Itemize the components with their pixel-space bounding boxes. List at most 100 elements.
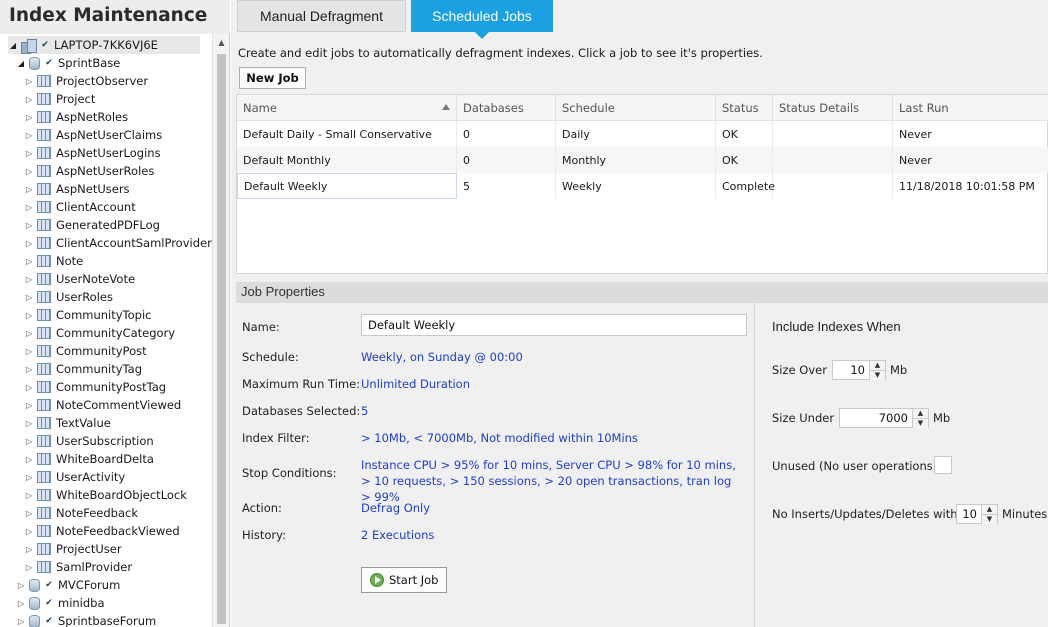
expand-icon[interactable]: ▷ (24, 288, 34, 306)
expand-icon[interactable]: ▷ (24, 450, 34, 468)
expand-icon[interactable]: ▷ (24, 270, 34, 288)
schedule-link[interactable]: Weekly, on Sunday @ 00:00 (361, 350, 523, 364)
column-header-name[interactable]: Name (237, 95, 457, 121)
column-header-databases[interactable]: Databases (457, 95, 556, 121)
table-row[interactable]: Default Monthly 0 Monthly OK Never (237, 147, 1048, 173)
expand-icon[interactable]: ▷ (24, 378, 34, 396)
tree-table-node[interactable]: ▷ ProjectObserver (24, 72, 148, 90)
expand-icon[interactable]: ▷ (16, 612, 26, 627)
expand-icon[interactable]: ▷ (24, 252, 34, 270)
decrement-icon[interactable]: ▼ (870, 371, 885, 380)
tree-table-node[interactable]: ▷ WhiteBoardObjectLock (24, 486, 187, 504)
tree-table-node[interactable]: ▷ TextValue (24, 414, 111, 432)
tree-table-node[interactable]: ▷ Note (24, 252, 83, 270)
action-link[interactable]: Defrag Only (361, 501, 430, 515)
tab-scheduled-jobs[interactable]: Scheduled Jobs (411, 0, 553, 32)
collapse-icon[interactable]: ◢ (8, 36, 18, 54)
expand-icon[interactable]: ▷ (24, 504, 34, 522)
expand-icon[interactable]: ▷ (24, 342, 34, 360)
expand-icon[interactable]: ▷ (24, 234, 34, 252)
column-header-last-run[interactable]: Last Run (893, 95, 1048, 121)
expand-icon[interactable]: ▷ (24, 126, 34, 144)
tree-table-node[interactable]: ▷ CommunityCategory (24, 324, 175, 342)
databases-selected-link[interactable]: 5 (361, 404, 368, 418)
tree-table-node[interactable]: ▷ CommunityPost (24, 342, 147, 360)
size-over-stepper[interactable]: 10 ▲ ▼ (832, 360, 886, 380)
job-name-input[interactable] (361, 314, 747, 336)
expand-icon[interactable]: ▷ (24, 522, 34, 540)
expand-icon[interactable]: ▷ (24, 90, 34, 108)
expand-icon[interactable]: ▷ (24, 144, 34, 162)
tree-scrollbar[interactable]: ▲ (212, 34, 229, 627)
size-under-stepper[interactable]: 7000 ▲ ▼ (839, 408, 929, 428)
max-run-time-link[interactable]: Unlimited Duration (361, 377, 470, 391)
expand-icon[interactable]: ▷ (24, 396, 34, 414)
checkmark-icon[interactable]: ✔ (44, 616, 54, 626)
tree-table-node[interactable]: ▷ ClientAccountSamlProvider (24, 234, 212, 252)
tree-table-node[interactable]: ▷ NoteFeedbackViewed (24, 522, 180, 540)
column-header-schedule[interactable]: Schedule (556, 95, 716, 121)
expand-icon[interactable]: ▷ (24, 108, 34, 126)
tree-table-node[interactable]: ▷ AspNetUsers (24, 180, 130, 198)
scroll-up-icon[interactable]: ▲ (213, 34, 230, 51)
increment-icon[interactable]: ▲ (870, 361, 885, 371)
tree-table-node[interactable]: ▷ ProjectUser (24, 540, 122, 558)
tree-table-node[interactable]: ▷ SamlProvider (24, 558, 132, 576)
tree-table-node[interactable]: ▷ GeneratedPDFLog (24, 216, 160, 234)
stop-conditions-link[interactable]: Instance CPU > 95% for 10 mins, Server C… (361, 457, 741, 505)
checkmark-icon[interactable]: ✔ (44, 58, 54, 68)
expand-icon[interactable]: ▷ (24, 360, 34, 378)
expand-icon[interactable]: ▷ (24, 216, 34, 234)
tree-table-node[interactable]: ▷ NoteCommentViewed (24, 396, 181, 414)
tab-manual-defragment[interactable]: Manual Defragment (237, 0, 406, 32)
increment-icon[interactable]: ▲ (913, 409, 928, 419)
expand-icon[interactable]: ▷ (24, 306, 34, 324)
tree-table-node[interactable]: ▷ CommunityTag (24, 360, 142, 378)
tree-table-node[interactable]: ▷ NoteFeedback (24, 504, 138, 522)
tree-table-node[interactable]: ▷ AspNetUserRoles (24, 162, 154, 180)
tree-database-node[interactable]: ▷ ✔ MVCForum (16, 576, 120, 594)
expand-icon[interactable]: ▷ (24, 72, 34, 90)
expand-icon[interactable]: ▷ (24, 558, 34, 576)
tree-database-node[interactable]: ▷ ✔ minidba (16, 594, 105, 612)
no-inserts-stepper[interactable]: 10 ▲ ▼ (956, 504, 998, 524)
tree-table-node[interactable]: ▷ UserRoles (24, 288, 113, 306)
increment-icon[interactable]: ▲ (982, 505, 997, 515)
tree-table-node[interactable]: ▷ CommunityTopic (24, 306, 152, 324)
history-link[interactable]: 2 Executions (361, 528, 434, 542)
tree-table-node[interactable]: ▷ ClientAccount (24, 198, 136, 216)
scrollbar-thumb[interactable] (217, 54, 226, 624)
expand-icon[interactable]: ▷ (24, 468, 34, 486)
expand-icon[interactable]: ▷ (24, 414, 34, 432)
expand-icon[interactable]: ▷ (16, 594, 26, 612)
table-row-selected[interactable]: Default Weekly 5 Weekly Complete 11/18/2… (237, 173, 1048, 199)
table-row[interactable]: Default Daily - Small Conservative 0 Dai… (237, 121, 1048, 147)
tree-server-node[interactable]: ◢ ✔ LAPTOP-7KK6VJ6E (8, 36, 200, 54)
column-header-status[interactable]: Status (716, 95, 773, 121)
checkmark-icon[interactable]: ✔ (44, 580, 54, 590)
checkmark-icon[interactable]: ✔ (44, 598, 54, 608)
tree-table-node[interactable]: ▷ AspNetUserLogins (24, 144, 161, 162)
expand-icon[interactable]: ▷ (24, 540, 34, 558)
tree-database-node[interactable]: ◢ ✔ SprintBase (16, 54, 120, 72)
checkmark-icon[interactable]: ✔ (40, 40, 50, 50)
collapse-icon[interactable]: ◢ (16, 54, 26, 72)
unused-checkbox[interactable] (934, 456, 952, 474)
index-filter-link[interactable]: > 10Mb, < 7000Mb, Not modified within 10… (361, 431, 638, 445)
tree-table-node[interactable]: ▷ Project (24, 90, 95, 108)
tree-table-node[interactable]: ▷ UserNoteVote (24, 270, 135, 288)
start-job-button[interactable]: Start Job (361, 567, 447, 593)
decrement-icon[interactable]: ▼ (913, 419, 928, 428)
expand-icon[interactable]: ▷ (24, 180, 34, 198)
column-header-status-details[interactable]: Status Details (773, 95, 893, 121)
expand-icon[interactable]: ▷ (24, 198, 34, 216)
expand-icon[interactable]: ▷ (24, 324, 34, 342)
expand-icon[interactable]: ▷ (16, 576, 26, 594)
tree-table-node[interactable]: ▷ AspNetUserClaims (24, 126, 162, 144)
tree-table-node[interactable]: ▷ AspNetRoles (24, 108, 128, 126)
tree-table-node[interactable]: ▷ CommunityPostTag (24, 378, 166, 396)
expand-icon[interactable]: ▷ (24, 486, 34, 504)
decrement-icon[interactable]: ▼ (982, 515, 997, 524)
tree-database-node[interactable]: ▷ ✔ SprintbaseForum (16, 612, 156, 627)
expand-icon[interactable]: ▷ (24, 162, 34, 180)
